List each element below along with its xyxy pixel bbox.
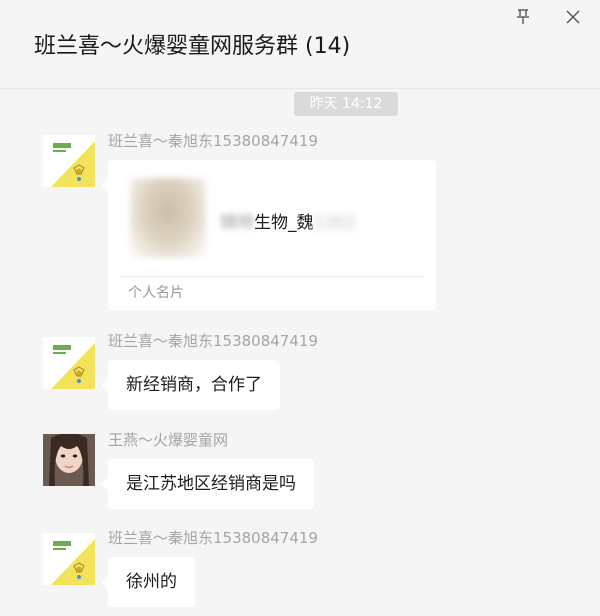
- message-timestamp: 昨天 14:12: [294, 92, 398, 116]
- close-icon[interactable]: [562, 6, 584, 28]
- contact-card-message[interactable]: 锦帅生物_魏1351 个人名片: [101, 160, 436, 310]
- sender-name: 班兰喜～秦旭东15380847419: [108, 529, 318, 547]
- sender-name: 班兰喜～秦旭东15380847419: [108, 132, 318, 150]
- avatar[interactable]: [43, 434, 95, 486]
- message-bubble[interactable]: 新经销商，合作了: [101, 360, 280, 410]
- contact-photo: [130, 178, 206, 258]
- sender-name: 班兰喜～秦旭东15380847419: [108, 332, 318, 350]
- card-divider: [120, 276, 424, 277]
- contact-card-name: 锦帅生物_魏1351: [220, 213, 357, 233]
- message-bubble[interactable]: 徐州的: [101, 557, 195, 607]
- avatar[interactable]: [43, 337, 95, 389]
- contact-card-label: 个人名片: [128, 285, 184, 301]
- avatar[interactable]: [43, 135, 95, 187]
- sender-name: 王燕～火爆婴童网: [108, 431, 229, 449]
- chat-title: 班兰喜～火爆婴童网服务群 (14): [34, 34, 351, 59]
- pin-icon[interactable]: [512, 6, 534, 28]
- avatar[interactable]: [43, 533, 95, 585]
- chat-header: 班兰喜～火爆婴童网服务群 (14): [0, 0, 600, 89]
- message-bubble[interactable]: 是江苏地区经销商是吗: [101, 459, 314, 509]
